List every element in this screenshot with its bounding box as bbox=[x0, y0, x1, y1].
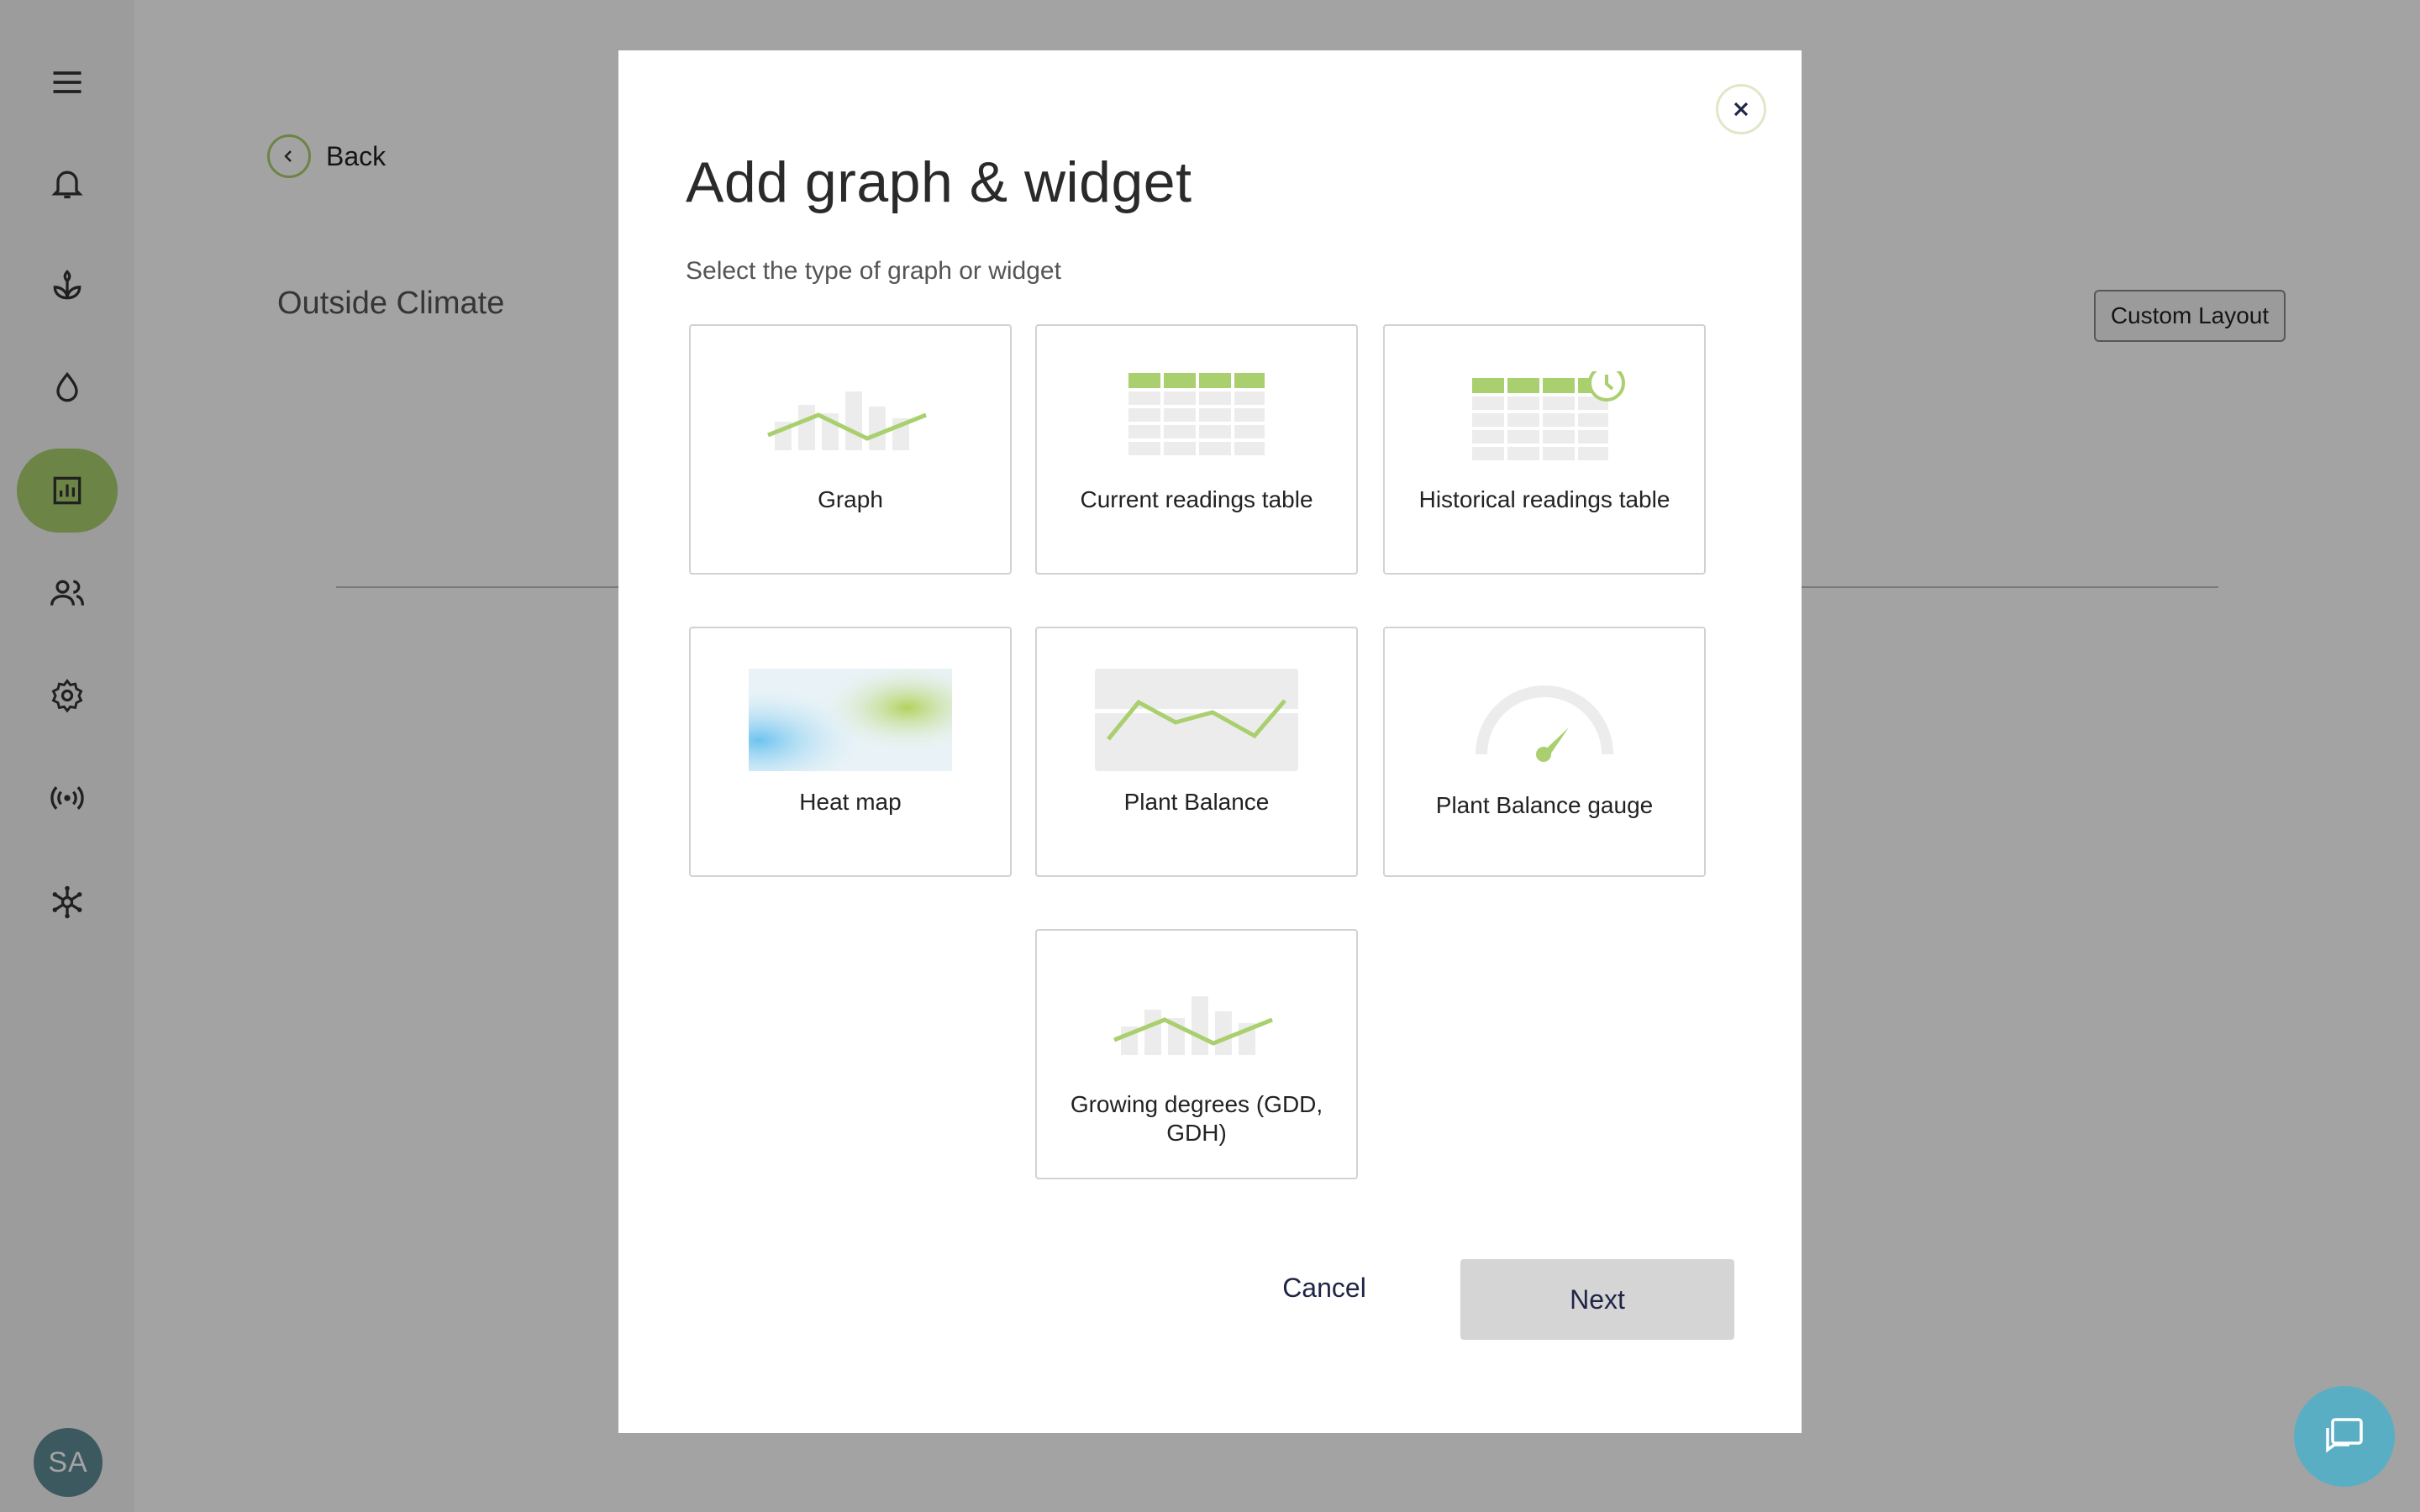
table-icon bbox=[1128, 373, 1265, 455]
option-label: Heat map bbox=[799, 789, 902, 815]
gauge-icon bbox=[1476, 685, 1613, 762]
growing-degrees-icon bbox=[1113, 996, 1273, 1055]
dialog-subtitle: Select the type of graph or widget bbox=[686, 257, 1061, 285]
option-graph[interactable]: Graph bbox=[689, 324, 1012, 575]
option-current-readings-table[interactable]: Current readings table bbox=[1035, 324, 1358, 575]
option-label: Plant Balance bbox=[1123, 789, 1270, 815]
plant-balance-icon bbox=[1095, 669, 1298, 771]
close-icon bbox=[1733, 102, 1749, 117]
option-label: Current readings table bbox=[1080, 486, 1313, 512]
heat-map-icon bbox=[749, 669, 952, 771]
option-heat-map[interactable]: Heat map bbox=[689, 627, 1012, 877]
option-historical-readings-table[interactable]: Historical readings table bbox=[1383, 324, 1706, 575]
add-widget-dialog: Add graph & widget Select the type of gr… bbox=[618, 50, 1802, 1433]
dialog-title: Add graph & widget bbox=[686, 150, 1192, 214]
cancel-button[interactable]: Cancel bbox=[1257, 1259, 1392, 1316]
option-plant-balance[interactable]: Plant Balance bbox=[1035, 627, 1358, 877]
history-table-icon bbox=[1472, 371, 1625, 460]
option-growing-degrees[interactable]: Growing degrees (GDD, GDH) bbox=[1035, 929, 1358, 1179]
next-button[interactable]: Next bbox=[1460, 1259, 1734, 1340]
chat-button[interactable] bbox=[2294, 1386, 2395, 1487]
close-button[interactable] bbox=[1716, 84, 1766, 134]
option-label: Plant Balance gauge bbox=[1435, 792, 1654, 818]
option-label: Growing degrees (GDD, GDH) bbox=[1070, 1091, 1323, 1146]
option-label: Graph bbox=[818, 486, 883, 512]
chat-icon bbox=[2326, 1418, 2363, 1453]
option-plant-balance-gauge[interactable]: Plant Balance gauge bbox=[1383, 627, 1706, 877]
option-label: Historical readings table bbox=[1418, 486, 1670, 512]
graph-icon bbox=[767, 391, 927, 450]
